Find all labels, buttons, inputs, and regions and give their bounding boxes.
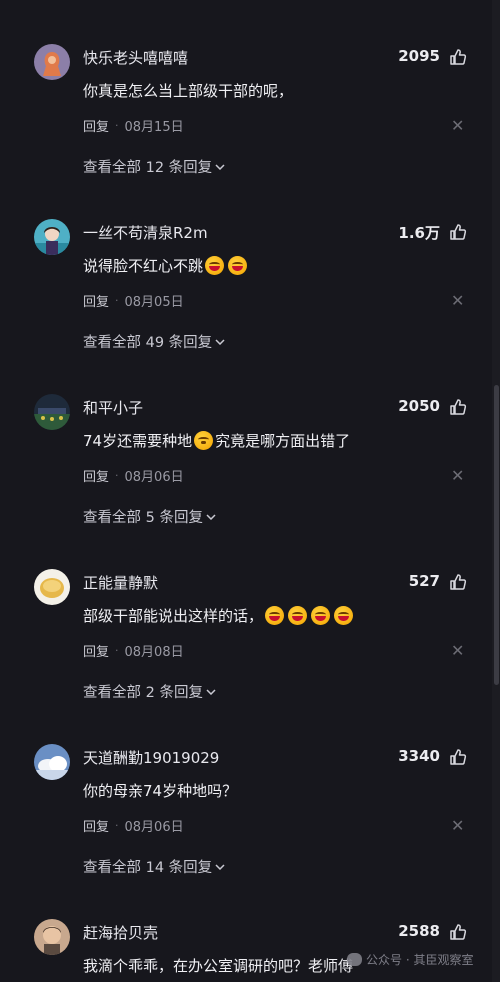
comment-text-content: 74岁还需要种地: [83, 432, 193, 450]
comment-item: 快乐老头嘻嘻嘻 2095 你真是怎么当上部级干部的呢， 回复 · 08月15日 …: [0, 0, 490, 177]
like-count: 3340: [398, 747, 440, 765]
view-replies-label: 查看全部 14 条回复: [83, 860, 213, 876]
scrollbar-thumb[interactable]: [494, 385, 499, 685]
close-icon[interactable]: ✕: [451, 291, 464, 310]
like-count: 2050: [398, 397, 440, 415]
username[interactable]: 一丝不苟清泉R2m: [83, 222, 208, 243]
avatar[interactable]: [34, 919, 70, 955]
comment-text-content: 你的母亲74岁种地吗？: [83, 782, 238, 800]
thumbs-up-icon[interactable]: [449, 48, 467, 66]
comment-text: 你真是怎么当上部级干部的呢，: [83, 80, 293, 101]
username[interactable]: 快乐老头嘻嘻嘻: [83, 47, 188, 68]
thumbs-up-icon[interactable]: [449, 923, 467, 941]
close-icon[interactable]: ✕: [451, 466, 464, 485]
like-count: 2095: [398, 47, 440, 65]
laughing-emoji-icon: [228, 256, 248, 275]
comment-date: 08月08日: [124, 645, 184, 660]
comment-date: 08月06日: [124, 470, 184, 485]
reply-button[interactable]: 回复: [83, 466, 109, 485]
view-replies-label: 查看全部 2 条回复: [83, 685, 203, 701]
avatar[interactable]: [34, 394, 70, 430]
view-replies-label: 查看全部 12 条回复: [83, 160, 213, 176]
close-icon[interactable]: ✕: [451, 641, 464, 660]
like-count: 2588: [398, 922, 440, 940]
reply-button[interactable]: 回复: [83, 291, 109, 310]
laughing-emoji-icon: [334, 606, 354, 625]
laughing-emoji-icon: [265, 606, 285, 625]
comment-text: 我滴个乖乖，在办公室调研的吧？老师傅: [83, 955, 353, 976]
close-icon[interactable]: ✕: [451, 116, 464, 135]
laughing-emoji-icon: [288, 606, 308, 625]
username[interactable]: 赶海拾贝壳: [83, 922, 158, 943]
view-replies-button[interactable]: 查看全部 12 条回复: [83, 156, 225, 177]
reply-button[interactable]: 回复: [83, 116, 109, 135]
watermark-text: 公众号 · 其臣观察室: [366, 953, 474, 967]
avatar[interactable]: [34, 219, 70, 255]
thumbs-up-icon[interactable]: [449, 223, 467, 241]
chevron-down-icon: [215, 338, 225, 345]
thumbs-up-icon[interactable]: [449, 398, 467, 416]
reply-button[interactable]: 回复: [83, 816, 109, 835]
comment-text: 部级干部能说出这样的话，: [83, 605, 355, 626]
comment-item: 和平小子 2050 74岁还需要种地 究竟是哪方面出错了 回复 · 08月06日…: [0, 350, 490, 527]
chevron-down-icon: [206, 688, 216, 695]
view-replies-button[interactable]: 查看全部 14 条回复: [83, 856, 225, 877]
comment-meta: 回复 · 08月06日: [83, 816, 184, 835]
like-count: 1.6万: [398, 224, 440, 242]
username[interactable]: 和平小子: [83, 397, 143, 418]
comment-item: 天道酬勤19019029 3340 你的母亲74岁种地吗？ 回复 · 08月06…: [0, 700, 490, 877]
chevron-down-icon: [206, 513, 216, 520]
close-icon[interactable]: ✕: [451, 816, 464, 835]
separator-dot: ·: [115, 469, 119, 482]
comment-text: 74岁还需要种地 究竟是哪方面出错了: [83, 430, 350, 451]
like-count: 527: [408, 572, 440, 590]
comment-text: 你的母亲74岁种地吗？: [83, 780, 237, 801]
comment-text-content: 说得脸不红心不跳: [83, 257, 204, 275]
thumbs-up-icon[interactable]: [449, 573, 467, 591]
reply-button[interactable]: 回复: [83, 641, 109, 660]
separator-dot: ·: [115, 819, 119, 832]
laughing-emoji-icon: [205, 256, 225, 275]
comment-text-content: 你真是怎么当上部级干部的呢，: [83, 82, 294, 100]
comment-date: 08月06日: [124, 820, 184, 835]
view-replies-button[interactable]: 查看全部 5 条回复: [83, 506, 216, 527]
comment-date: 08月05日: [124, 295, 184, 310]
comment-text: 说得脸不红心不跳: [83, 255, 249, 276]
comment-meta: 回复 · 08月15日: [83, 116, 184, 135]
laughing-emoji-icon: [311, 606, 331, 625]
comment-text-content: 部级干部能说出这样的话，: [83, 607, 264, 625]
username[interactable]: 正能量静默: [83, 572, 158, 593]
thumbs-up-icon[interactable]: [449, 748, 467, 766]
surprised-emoji-icon: [194, 431, 214, 450]
chevron-down-icon: [215, 863, 225, 870]
separator-dot: ·: [115, 119, 119, 132]
view-replies-label: 查看全部 5 条回复: [83, 510, 203, 526]
chevron-down-icon: [215, 163, 225, 170]
comment-meta: 回复 · 08月08日: [83, 641, 184, 660]
avatar[interactable]: [34, 569, 70, 605]
avatar[interactable]: [34, 744, 70, 780]
comment-date: 08月15日: [124, 120, 184, 135]
separator-dot: ·: [115, 644, 119, 657]
wechat-logo-icon: [347, 953, 362, 966]
view-replies-label: 查看全部 49 条回复: [83, 335, 213, 351]
scrollbar-track[interactable]: [492, 0, 500, 982]
separator-dot: ·: [115, 294, 119, 307]
view-replies-button[interactable]: 查看全部 49 条回复: [83, 331, 225, 352]
comment-meta: 回复 · 08月05日: [83, 291, 184, 310]
comment-text-content: 我滴个乖乖，在办公室调研的吧？老师傅: [83, 957, 354, 975]
comment-item: 一丝不苟清泉R2m 1.6万 说得脸不红心不跳 回复 · 08月05日 ✕ 查看…: [0, 175, 490, 352]
avatar[interactable]: [34, 44, 70, 80]
username[interactable]: 天道酬勤19019029: [83, 747, 219, 768]
comment-item: 正能量静默 527 部级干部能说出这样的话， 回复 · 08月08日 ✕ 查看全…: [0, 525, 490, 702]
watermark: 公众号 · 其臣观察室: [347, 951, 473, 968]
comment-meta: 回复 · 08月06日: [83, 466, 184, 485]
view-replies-button[interactable]: 查看全部 2 条回复: [83, 681, 216, 702]
comment-text-content: 究竟是哪方面出错了: [215, 432, 351, 450]
